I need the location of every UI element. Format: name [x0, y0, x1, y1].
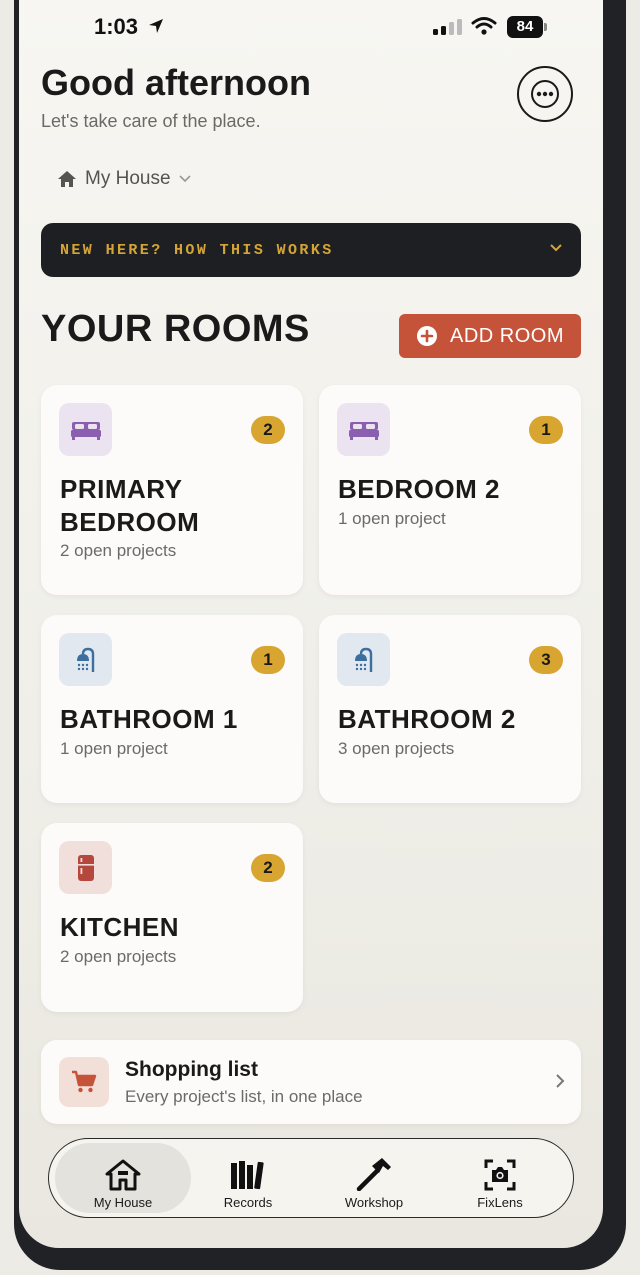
hammer-icon — [356, 1158, 391, 1191]
room-name: BATHROOM 1 — [60, 704, 238, 734]
how-it-works-label: NEW HERE? HOW THIS WORKS — [60, 242, 334, 259]
more-dots-icon — [531, 80, 559, 108]
camera-scan-icon — [484, 1159, 516, 1191]
tab-my-house[interactable]: My House — [55, 1143, 191, 1213]
chevron-down-icon — [550, 244, 562, 252]
room-open-projects: 2 open projects — [60, 947, 177, 966]
room-open-projects: 1 open project — [60, 739, 168, 758]
shopping-cart-icon — [72, 1070, 97, 1093]
tab-label: Workshop — [344, 1195, 404, 1210]
plus-circle-icon — [417, 326, 437, 346]
tab-label: FixLens — [477, 1195, 523, 1210]
tab-label: Records — [223, 1195, 273, 1210]
greeting-title: Good afternoon — [41, 62, 311, 103]
shopping-list-title: Shopping list — [125, 1058, 258, 1081]
wifi-icon — [471, 17, 497, 35]
room-name: BEDROOM 2 — [338, 474, 500, 504]
room-card-bedroom-2[interactable]: 1 BEDROOM 2 1 open project — [319, 385, 581, 595]
location-arrow-icon — [149, 19, 163, 33]
tab-fixlens[interactable]: FixLens — [432, 1143, 568, 1213]
refrigerator-icon — [77, 854, 94, 881]
bottom-tab-bar: My House Records Workshop FixLens — [48, 1138, 574, 1218]
status-time: 1:03 — [94, 14, 139, 39]
house-selector-label: My House — [85, 168, 171, 189]
battery-cap — [544, 23, 547, 31]
shopping-list-card[interactable]: Shopping list Every project's list, in o… — [41, 1040, 581, 1124]
battery-indicator: 84 — [507, 16, 543, 38]
open-projects-count-badge: 2 — [251, 416, 285, 444]
bed-icon — [70, 421, 101, 440]
open-projects-count-badge: 3 — [529, 646, 563, 674]
rooms-section-title: YOUR ROOMS — [41, 308, 310, 350]
room-name: KITCHEN — [60, 912, 180, 942]
add-room-button[interactable]: ADD ROOM — [399, 314, 581, 358]
house-icon — [105, 1159, 141, 1191]
add-room-label: ADD ROOM — [450, 324, 564, 347]
room-open-projects: 1 open project — [338, 509, 446, 528]
tab-workshop[interactable]: Workshop — [306, 1143, 442, 1213]
room-icon-box — [337, 403, 390, 456]
shower-icon — [354, 647, 372, 672]
room-icon-box — [337, 633, 390, 686]
tab-records[interactable]: Records — [180, 1143, 316, 1213]
how-it-works-banner[interactable]: NEW HERE? HOW THIS WORKS — [41, 223, 581, 277]
room-open-projects: 2 open projects — [60, 541, 177, 560]
room-name: BATHROOM 2 — [338, 704, 516, 734]
chevron-down-icon — [178, 175, 191, 183]
shower-icon — [76, 647, 94, 672]
open-projects-count-badge: 1 — [251, 646, 285, 674]
open-projects-count-badge: 1 — [529, 416, 563, 444]
shopping-icon-box — [59, 1057, 109, 1107]
cellular-signal-icon — [433, 19, 462, 35]
room-card-primary-bedroom[interactable]: 2 PRIMARY BEDROOM 2 open projects — [41, 385, 303, 595]
tab-label: My House — [93, 1195, 153, 1210]
shopping-list-subtitle: Every project's list, in one place — [125, 1087, 363, 1106]
house-selector[interactable]: My House — [57, 164, 191, 194]
room-card-kitchen[interactable]: 2 KITCHEN 2 open projects — [41, 823, 303, 1012]
app-screen: 1:03 84 Good afternoon Let's take care o… — [19, 0, 603, 1248]
status-bar: 1:03 84 — [19, 0, 603, 56]
home-icon — [58, 171, 76, 187]
room-open-projects: 3 open projects — [338, 739, 455, 758]
open-projects-count-badge: 2 — [251, 854, 285, 882]
books-icon — [231, 1161, 264, 1190]
bed-icon — [348, 421, 379, 440]
more-options-button[interactable] — [517, 66, 573, 122]
room-card-bathroom-2[interactable]: 3 BATHROOM 2 3 open projects — [319, 615, 581, 803]
room-icon-box — [59, 841, 112, 894]
room-card-bathroom-1[interactable]: 1 BATHROOM 1 1 open project — [41, 615, 303, 803]
chevron-right-icon — [556, 1074, 565, 1088]
room-icon-box — [59, 633, 112, 686]
greeting-subtitle: Let's take care of the place. — [41, 111, 261, 131]
room-name: PRIMARY BEDROOM — [60, 474, 200, 537]
room-icon-box — [59, 403, 112, 456]
